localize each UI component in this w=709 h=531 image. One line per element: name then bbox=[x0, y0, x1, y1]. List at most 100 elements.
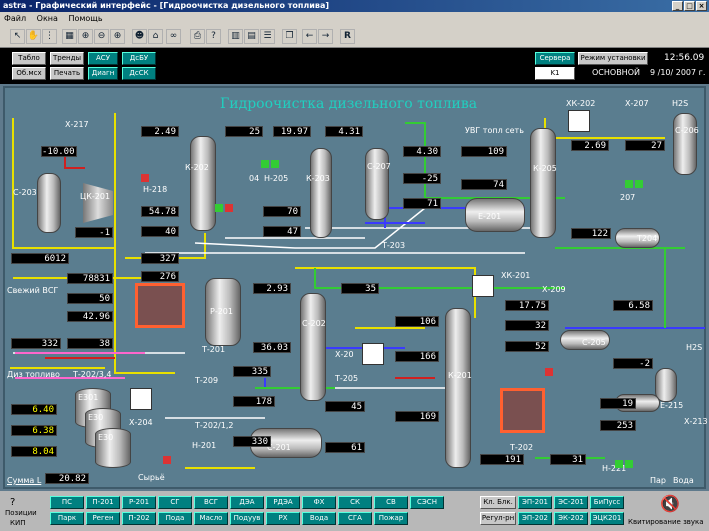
btn-bipuss[interactable]: БиПусс bbox=[590, 496, 624, 509]
dssk-button[interactable]: ДсСК bbox=[122, 67, 156, 80]
btn-poda[interactable]: Пода bbox=[158, 512, 192, 525]
btn-regen[interactable]: Реген bbox=[86, 512, 120, 525]
layout3-icon[interactable]: ☰ bbox=[260, 29, 275, 44]
mode-button[interactable]: Режим установки bbox=[578, 52, 648, 65]
alarm-4-icon[interactable] bbox=[163, 456, 171, 464]
close-icon[interactable]: × bbox=[696, 1, 707, 11]
zoom-out-icon[interactable]: ⊖ bbox=[94, 29, 109, 44]
hand-icon[interactable]: ✋ bbox=[26, 29, 41, 44]
btn-ps[interactable]: ПС bbox=[50, 496, 84, 509]
value-36: 32 bbox=[505, 320, 549, 331]
btn-vsg[interactable]: ВСГ bbox=[194, 496, 228, 509]
layout1-icon[interactable]: ▥ bbox=[228, 29, 243, 44]
btn-sg[interactable]: СГ bbox=[158, 496, 192, 509]
ok-1-icon[interactable] bbox=[261, 160, 269, 168]
value-9: 6012 bbox=[11, 253, 69, 264]
btn-etsk201[interactable]: ЭЦК201 bbox=[590, 512, 624, 525]
fan-xk201-icon[interactable] bbox=[472, 275, 494, 297]
btn-p202[interactable]: П-202 bbox=[122, 512, 156, 525]
btn-poduuv[interactable]: Подуув bbox=[230, 512, 264, 525]
print-icon[interactable]: ⎙ bbox=[190, 29, 205, 44]
trends-button[interactable]: Тренды bbox=[50, 52, 84, 65]
label-par: Пар bbox=[650, 476, 666, 485]
ok-7-icon[interactable] bbox=[625, 460, 633, 468]
column-k201 bbox=[445, 308, 471, 468]
windows-icon[interactable]: ❐ bbox=[282, 29, 297, 44]
eq-t202: Т-202 bbox=[510, 443, 534, 452]
servers-button[interactable]: Сервера bbox=[535, 52, 575, 65]
value-20: 327 bbox=[141, 253, 179, 264]
value-38: -2 bbox=[613, 358, 653, 369]
btn-regulrn[interactable]: Регул-рн bbox=[480, 512, 516, 525]
dotted-icon[interactable]: ⋮ bbox=[42, 29, 57, 44]
btn-sesn[interactable]: СЭСН bbox=[410, 496, 444, 509]
ok-5-icon[interactable] bbox=[635, 180, 643, 188]
alarm-3-icon[interactable] bbox=[545, 368, 553, 376]
eq-h2s-right: Н2S bbox=[686, 343, 703, 352]
minimize-icon[interactable]: _ bbox=[672, 1, 683, 11]
label-svg: Свежий ВСГ bbox=[7, 286, 59, 295]
eq-e301: Е301 bbox=[78, 393, 99, 402]
btn-fx[interactable]: ФХ bbox=[302, 496, 336, 509]
status-header: Табло Тренды АСУ ДсБУ Об.мсх Печать Диаг… bbox=[0, 48, 709, 84]
alarm-2-icon[interactable] bbox=[225, 204, 233, 212]
value-27: 38 bbox=[67, 338, 113, 349]
question-icon[interactable]: ? bbox=[10, 497, 15, 508]
btn-park[interactable]: Парк bbox=[50, 512, 84, 525]
alarm-1-icon[interactable] bbox=[141, 174, 149, 182]
value-2: 2.49 bbox=[141, 126, 179, 137]
fan-x204-icon[interactable] bbox=[130, 388, 152, 410]
value-48: 6.38 bbox=[11, 425, 57, 436]
btn-pozhar[interactable]: Пожар bbox=[374, 512, 408, 525]
btn-rx[interactable]: РХ bbox=[266, 512, 300, 525]
refresh-icon[interactable]: R bbox=[340, 29, 355, 44]
tablo-button[interactable]: Табло bbox=[12, 52, 46, 65]
value-28: 36.03 bbox=[253, 342, 291, 353]
fan-x20-icon[interactable] bbox=[362, 343, 384, 365]
btn-ep201[interactable]: ЭП-201 bbox=[518, 496, 552, 509]
eq-xk202: ХК-202 bbox=[566, 99, 596, 108]
btn-rdea[interactable]: РДЭА bbox=[266, 496, 300, 509]
value-13: 109 bbox=[461, 146, 507, 157]
zoom-icon[interactable]: ⊕ bbox=[78, 29, 93, 44]
ok-4-icon[interactable] bbox=[625, 180, 633, 188]
maximize-icon[interactable]: □ bbox=[684, 1, 695, 11]
forward-icon[interactable]: → bbox=[318, 29, 333, 44]
btn-es201[interactable]: ЭС-201 bbox=[554, 496, 588, 509]
ok-6-icon[interactable] bbox=[615, 460, 623, 468]
help-menu[interactable]: Помощь bbox=[64, 12, 106, 25]
btn-sk[interactable]: СК bbox=[338, 496, 372, 509]
diag-button[interactable]: Диагн bbox=[88, 67, 118, 80]
sound-mute-icon[interactable]: 🔇 bbox=[660, 494, 680, 513]
btn-p201[interactable]: П-201 bbox=[86, 496, 120, 509]
ok-3-icon[interactable] bbox=[215, 204, 223, 212]
btn-sga[interactable]: СГА bbox=[338, 512, 372, 525]
stamp-icon[interactable]: ⌂ bbox=[148, 29, 163, 44]
value-14: -25 bbox=[403, 173, 441, 184]
obmsh-button[interactable]: Об.мсх bbox=[12, 67, 46, 80]
help-icon[interactable]: ? bbox=[206, 29, 221, 44]
btn-ek202[interactable]: ЭК-202 bbox=[554, 512, 588, 525]
file-menu[interactable]: Файл bbox=[0, 12, 30, 25]
btn-r201[interactable]: Р-201 bbox=[122, 496, 156, 509]
asu-button[interactable]: АСУ bbox=[88, 52, 118, 65]
btn-ep202[interactable]: ЭП-202 bbox=[518, 512, 552, 525]
btn-sv[interactable]: СВ bbox=[374, 496, 408, 509]
windows-menu[interactable]: Окна bbox=[33, 12, 62, 25]
ok-2-icon[interactable] bbox=[271, 160, 279, 168]
arrow-icon[interactable]: ↖ bbox=[10, 29, 25, 44]
binoculars-icon[interactable]: ∞ bbox=[166, 29, 181, 44]
fan-xk202-icon[interactable] bbox=[568, 110, 590, 132]
back-icon[interactable]: ← bbox=[302, 29, 317, 44]
ack-sound-label[interactable]: Квитирование звука bbox=[628, 518, 704, 526]
grid-icon[interactable]: ▦ bbox=[62, 29, 77, 44]
user-icon[interactable]: ☻ bbox=[132, 29, 147, 44]
btn-klblk[interactable]: Кл. Блк. bbox=[480, 496, 516, 509]
btn-maslo[interactable]: Масло bbox=[194, 512, 228, 525]
print-button[interactable]: Печать bbox=[50, 67, 84, 80]
dsbu-button[interactable]: ДсБУ bbox=[122, 52, 156, 65]
btn-voda[interactable]: Вода bbox=[302, 512, 336, 525]
layout2-icon[interactable]: ▤ bbox=[244, 29, 259, 44]
zoom-in-icon[interactable]: ⊕ bbox=[110, 29, 125, 44]
btn-dea[interactable]: ДЭА bbox=[230, 496, 264, 509]
